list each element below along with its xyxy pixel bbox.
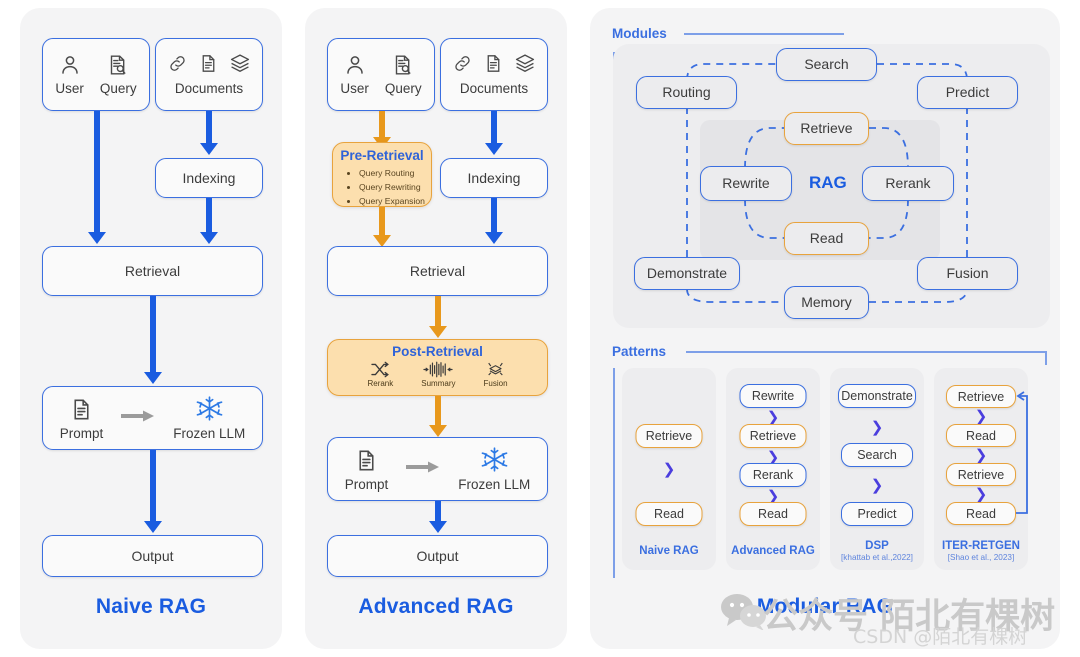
iterretgen-loop-arrow bbox=[1016, 391, 1028, 514]
wechat-bubble-icon bbox=[719, 592, 769, 635]
pattern-citation-iterretgen: [Shao et al., 2023] bbox=[947, 553, 1015, 562]
pattern-name-iterretgen: ITER-RETGEN bbox=[942, 540, 1020, 552]
csdn-watermark: CSDN @陌北有棵树 bbox=[853, 626, 1028, 648]
